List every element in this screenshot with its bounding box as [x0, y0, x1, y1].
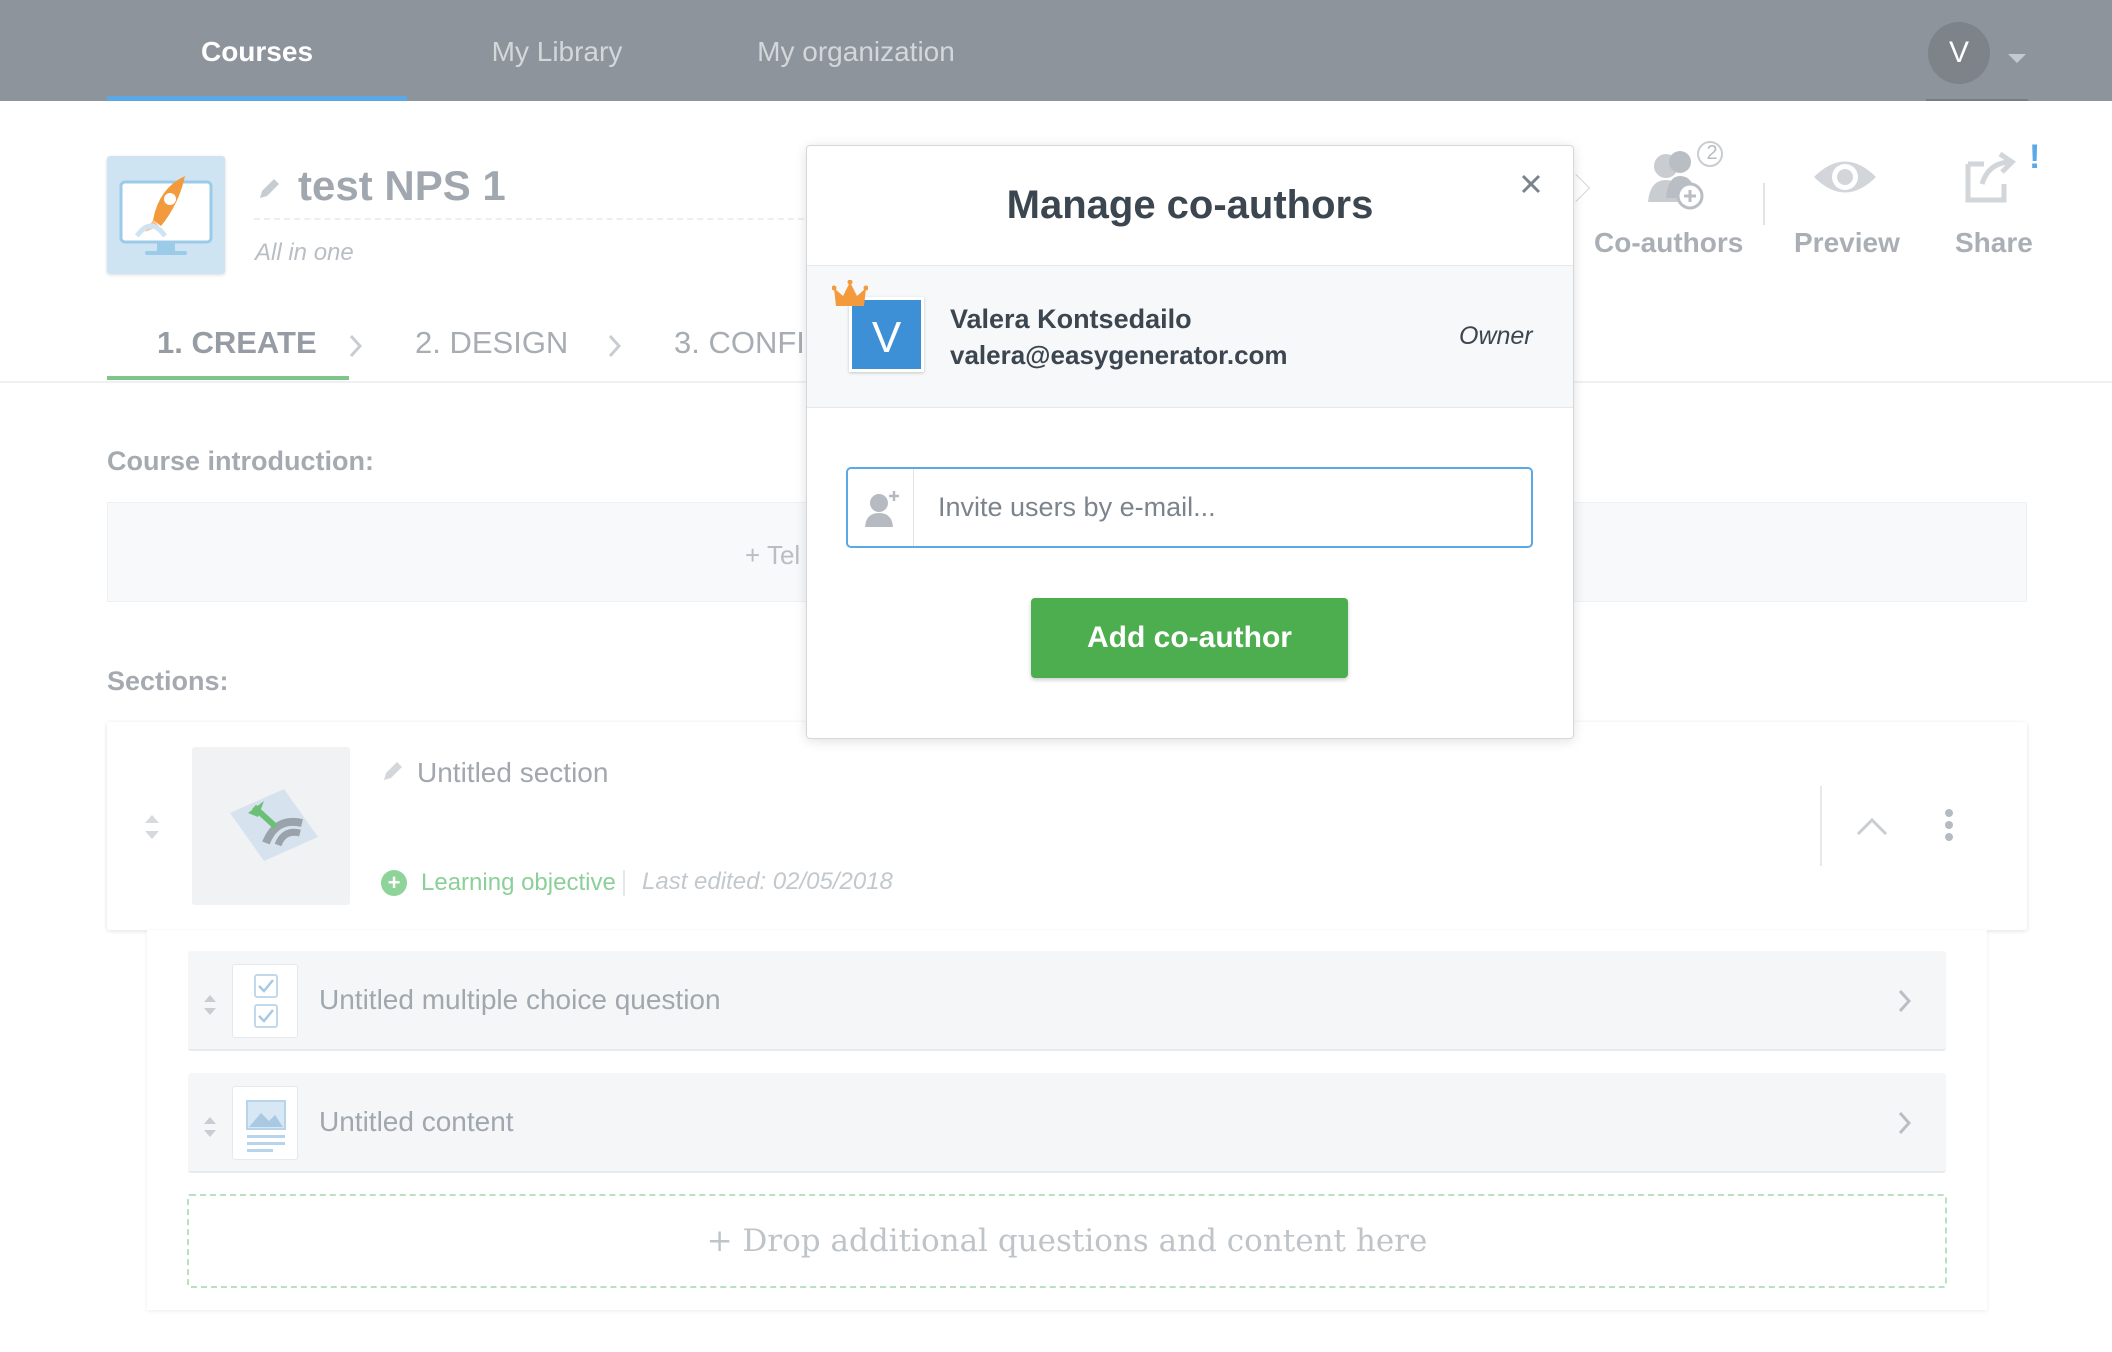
drag-handle-icon[interactable]: [200, 988, 220, 1022]
eye-icon: [1814, 161, 1876, 193]
content-image-icon: [232, 1086, 298, 1160]
item-title[interactable]: Untitled content: [319, 1106, 514, 1138]
drop-zone[interactable]: + Drop additional questions and content …: [187, 1194, 1947, 1288]
drag-handle-icon[interactable]: [200, 1110, 220, 1144]
divider: [623, 870, 625, 896]
active-tab-indicator: [107, 96, 407, 101]
invite-email-input[interactable]: [916, 471, 1528, 544]
drag-handle-icon[interactable]: [142, 810, 162, 844]
chevron-right-icon[interactable]: [1896, 987, 1914, 1015]
toolbar-divider: [1763, 183, 1765, 225]
chevron-right-icon[interactable]: [1896, 1109, 1914, 1137]
avatar-indicator: [1926, 99, 2028, 101]
chevron-up-icon[interactable]: [1854, 808, 1890, 844]
crown-icon: [832, 280, 868, 306]
share-button[interactable]: [1962, 150, 2018, 211]
chevron-down-icon[interactable]: [2008, 54, 2026, 63]
title-underline: [254, 218, 814, 220]
course-title[interactable]: test NPS 1: [298, 162, 506, 210]
more-vertical-icon[interactable]: [1941, 808, 1957, 844]
preview-button[interactable]: [1810, 152, 1880, 207]
last-edited-label: Last edited: 02/05/2018: [642, 868, 893, 895]
coauthors-label[interactable]: Co-authors: [1594, 227, 1743, 259]
active-step-indicator: [107, 376, 349, 380]
introduction-placeholder[interactable]: + Tel: [745, 540, 800, 571]
coauthors-count-badge: 2: [1706, 142, 1718, 164]
checkbox-question-icon: [232, 964, 298, 1038]
step-design[interactable]: 2. DESIGN: [415, 325, 568, 361]
learning-objective-link[interactable]: Learning objective: [421, 869, 616, 897]
course-thumbnail[interactable]: [107, 156, 225, 274]
owner-name: Valera Kontsedailo: [950, 304, 1192, 334]
nav-tab-courses[interactable]: Courses: [107, 0, 407, 101]
target-arrow-icon: [230, 789, 318, 861]
nav-tab-my-organization[interactable]: My organization: [740, 0, 972, 101]
share-alert-badge: !: [2029, 138, 2041, 176]
nav-tab-my-library[interactable]: My Library: [457, 0, 657, 101]
divider: [1820, 786, 1822, 866]
add-objective-icon[interactable]: +: [381, 870, 407, 896]
owner-role-label: Owner: [1459, 322, 1533, 350]
section-title[interactable]: Untitled section: [417, 757, 608, 789]
pencil-icon[interactable]: [381, 759, 405, 783]
sections-heading: Sections:: [107, 666, 229, 696]
step-configure[interactable]: 3. CONFIG: [674, 325, 806, 361]
chevron-right-icon: [349, 334, 363, 358]
add-coauthor-button[interactable]: Add co-author: [1031, 598, 1348, 678]
rocket-monitor-icon: [119, 176, 213, 255]
section-card: [107, 722, 2027, 930]
share-label[interactable]: Share: [1955, 227, 2033, 259]
pencil-icon[interactable]: [256, 176, 282, 202]
modal-title: Manage co-authors: [1006, 183, 1374, 227]
course-template-label: All in one: [255, 239, 354, 266]
add-user-icon: [848, 469, 914, 546]
course-introduction-heading: Course introduction:: [107, 446, 374, 476]
share-icon: [1965, 151, 2016, 203]
preview-label[interactable]: Preview: [1794, 227, 1900, 259]
top-navigation: Courses My Library My organization V: [0, 0, 2112, 101]
section-thumbnail[interactable]: [192, 747, 350, 905]
close-icon[interactable]: [1517, 170, 1545, 198]
user-avatar[interactable]: V: [1928, 22, 1990, 84]
owner-email: valera@easygenerator.com: [950, 340, 1288, 370]
item-title[interactable]: Untitled multiple choice question: [319, 984, 721, 1016]
step-create[interactable]: 1. CREATE: [157, 325, 317, 361]
chevron-right-icon: [608, 334, 622, 358]
